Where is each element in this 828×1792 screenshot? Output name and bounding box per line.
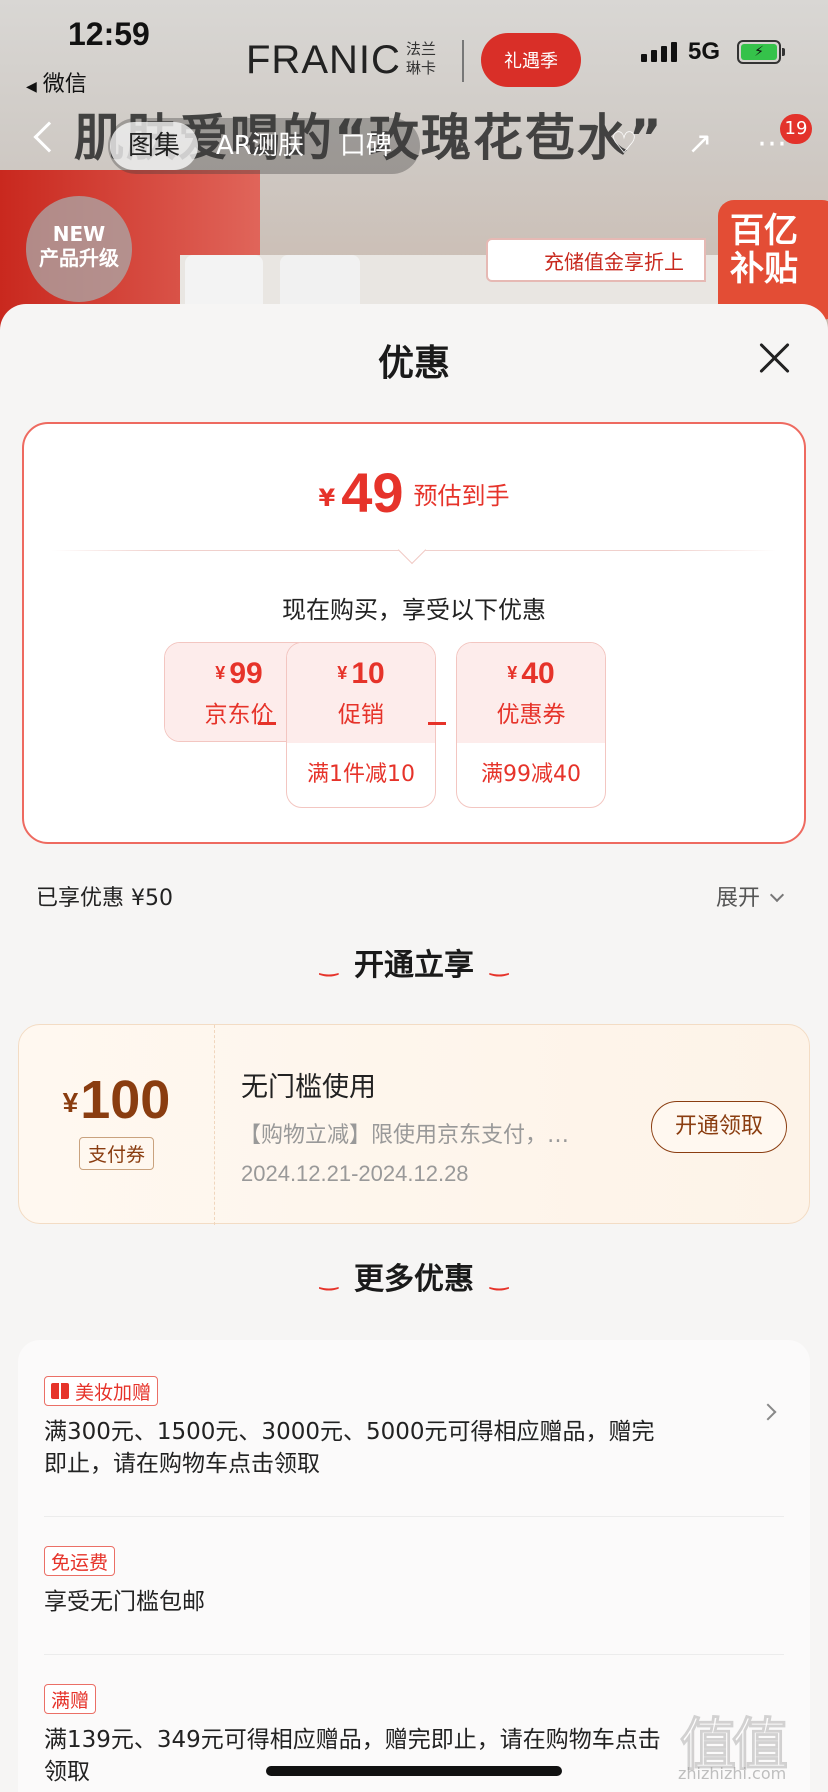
divider-notch xyxy=(397,535,427,565)
network-type: 5G xyxy=(688,38,721,65)
promo-text: 满300元、1500元、3000元、5000元可得相应赠品，赠完即止，请在购物车… xyxy=(44,1419,655,1477)
promo-tag: 美妆加赠 xyxy=(44,1376,159,1406)
coupon-title: 无门槛使用 xyxy=(241,1072,376,1103)
subsidy-line: 百亿 xyxy=(730,211,798,251)
promo-item-beauty-gift[interactable]: 美妆加赠 满300元、1500元、3000元、5000元可得相应赠品，赠完即止，… xyxy=(44,1376,777,1480)
promo-tag-label: 满赠 xyxy=(51,1689,90,1712)
cart-count-badge: 19 xyxy=(780,114,812,144)
back-arrow-icon[interactable] xyxy=(33,121,65,153)
term-amount: 40 xyxy=(521,657,555,690)
new-product-badge: NEW 产品升级 xyxy=(26,196,132,302)
smile-icon: ‿ xyxy=(490,1266,509,1291)
divider xyxy=(44,1654,784,1655)
subsidy-badge: 百亿 补贴 xyxy=(718,200,828,320)
brand-logo: FRANIC xyxy=(246,38,401,82)
term-detail: 满1件减10 xyxy=(307,762,415,787)
brand-divider xyxy=(462,40,464,82)
currency-symbol: ¥ xyxy=(507,663,518,683)
brand-cn-line: 琳卡 xyxy=(406,59,437,77)
payment-coupon-card: ¥100 支付券 无门槛使用 【购物立减】限使用京东支付，… 2024.12.2… xyxy=(18,1024,810,1225)
promo-tag-label: 美妆加赠 xyxy=(75,1381,152,1404)
promo-tag-label: 免运费 xyxy=(51,1551,109,1574)
tab-reviews[interactable]: 口碑 xyxy=(322,122,410,170)
coupon-validity: 2024.12.21-2024.12.28 xyxy=(241,1161,469,1186)
currency-symbol: ¥ xyxy=(337,663,348,683)
currency-symbol: ¥ xyxy=(318,484,336,512)
promo-text: 满139元、349元可得相应赠品，赠完即止，请在购物车点击领取 xyxy=(44,1727,661,1785)
final-label: 预估到手 xyxy=(413,482,510,510)
smile-icon: ‿ xyxy=(319,952,338,977)
smile-icon: ‿ xyxy=(319,1266,338,1291)
discount-sheet: 优惠 ¥49 预估到手 现在购买，享受以下优惠 ¥99 京东价 ¥10 促销 满1… xyxy=(0,304,828,1792)
minus-sign xyxy=(258,722,276,725)
favorite-icon[interactable]: ♡ xyxy=(604,124,644,164)
coupon-amount: 100 xyxy=(80,1070,171,1130)
final-amount: 49 xyxy=(341,461,404,524)
coupon-type-tag: 支付券 xyxy=(78,1137,154,1170)
battery-icon: ⚡ xyxy=(737,40,785,64)
term-amount: 10 xyxy=(351,657,385,690)
watermark-url: zhizhizhi.com xyxy=(678,1764,787,1783)
term-name: 促销 xyxy=(338,702,384,728)
coupon-description: 【购物立减】限使用京东支付，… xyxy=(239,1123,570,1148)
section-title-open: ‿ 开通立享 ‿ xyxy=(0,940,828,984)
promo-text: 享受无门槛包邮 xyxy=(44,1589,205,1615)
activate-claim-button[interactable]: 开通领取 xyxy=(651,1101,787,1153)
brand-cn-line: 法兰 xyxy=(406,40,437,58)
section-title-more: ‿ 更多优惠 ‿ xyxy=(0,1254,828,1298)
subsidy-line: 补贴 xyxy=(730,249,798,289)
term-promotion: ¥10 促销 满1件减10 xyxy=(286,642,436,808)
home-indicator[interactable] xyxy=(266,1766,562,1776)
currency-symbol: ¥ xyxy=(215,663,226,683)
promo-tag: 满赠 xyxy=(44,1684,97,1714)
tab-gallery[interactable]: 图集 xyxy=(110,122,199,170)
sheet-title: 优惠 xyxy=(377,343,450,384)
currency-symbol: ¥ xyxy=(62,1087,79,1118)
stored-value-promo: 充储值金享折上 xyxy=(486,238,706,282)
tab-ar-skin-test[interactable]: AR测肤 xyxy=(198,122,322,170)
section-label: 开通立享 xyxy=(354,948,474,983)
status-time: 12:59 xyxy=(68,16,150,52)
term-amount: 99 xyxy=(229,657,263,690)
brand-season-badge: 礼遇季 xyxy=(481,33,581,87)
saved-amount: 已享优惠 ¥50 xyxy=(36,886,173,911)
brand-cn-name: 法兰 琳卡 xyxy=(406,40,436,78)
gift-icon xyxy=(51,1383,69,1399)
discount-explain: 现在购买，享受以下优惠 xyxy=(282,596,546,624)
product-page-background: 12:59 ◀ 微信 FRANIC 法兰 琳卡 礼遇季 5G ⚡ 肌肤爱喝的“玫瑰… xyxy=(0,0,828,330)
estimated-final-price: ¥49 预估到手 xyxy=(24,460,804,525)
divider xyxy=(44,1516,784,1517)
promo-tag: 免运费 xyxy=(44,1546,116,1576)
smile-icon: ‿ xyxy=(490,952,509,977)
back-triangle-icon: ◀ xyxy=(26,79,37,95)
share-icon[interactable]: ↗ xyxy=(680,124,720,164)
price-breakdown-card: ¥49 预估到手 现在购买，享受以下优惠 ¥99 京东价 ¥10 促销 满1件减1… xyxy=(22,422,806,844)
promo-item-free-shipping: 免运费 享受无门槛包邮 xyxy=(44,1546,774,1618)
term-detail: 满99减40 xyxy=(481,762,581,787)
chevron-right-icon xyxy=(759,1403,777,1421)
signal-icon xyxy=(641,42,677,62)
back-app-name: 微信 xyxy=(42,72,87,97)
coupon-value: ¥100 支付券 xyxy=(19,1025,215,1225)
term-name: 优惠券 xyxy=(496,702,566,728)
minus-sign xyxy=(428,722,446,725)
new-badge-line: 产品升级 xyxy=(39,246,119,270)
status-back-to-app[interactable]: ◀ 微信 xyxy=(26,66,87,98)
expand-label: 展开 xyxy=(716,886,761,911)
term-coupon: ¥40 优惠券 满99减40 xyxy=(456,642,606,808)
section-label: 更多优惠 xyxy=(354,1262,474,1297)
chevron-down-icon xyxy=(769,887,785,903)
new-badge-line: NEW xyxy=(52,222,106,246)
media-tabs: 图集 AR测肤 口碑 xyxy=(108,118,420,174)
expand-button[interactable]: 展开 xyxy=(716,880,785,912)
close-icon[interactable] xyxy=(756,340,792,376)
